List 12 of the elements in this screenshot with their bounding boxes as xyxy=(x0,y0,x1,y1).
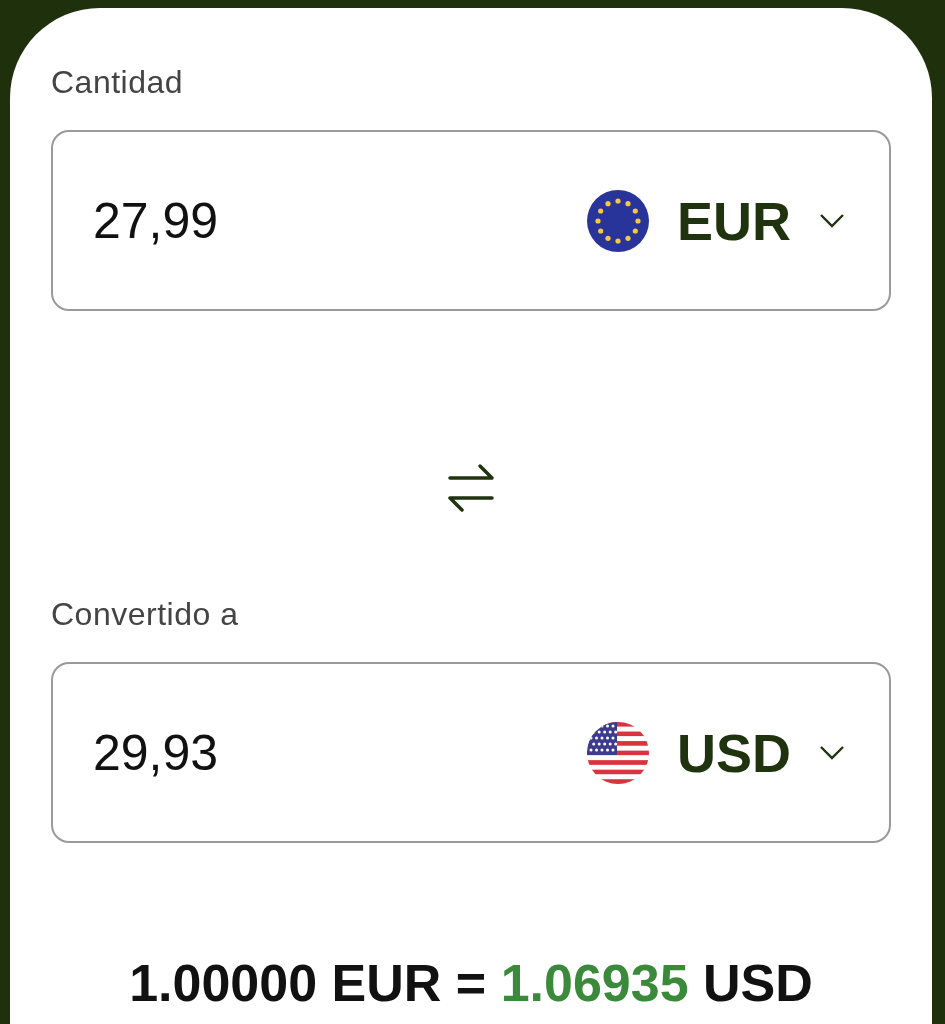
currency-selector[interactable]: EUR xyxy=(677,189,791,252)
currency-selector[interactable]: USD xyxy=(677,721,791,784)
field-label: Cantidad xyxy=(51,63,185,102)
amount-field[interactable]: 29,93 USD xyxy=(51,662,891,843)
exchange-rate-text: 1.00000 EUR = 1.06935 USD xyxy=(128,953,814,1013)
field-label: Convertido a xyxy=(51,595,240,634)
swap-icon[interactable] xyxy=(446,462,496,514)
chevron-down-icon[interactable] xyxy=(819,744,845,761)
flag-icon xyxy=(587,721,649,784)
flag-icon xyxy=(587,189,649,252)
amount-field[interactable]: 27,99 EUR xyxy=(51,130,891,311)
chevron-down-icon[interactable] xyxy=(819,212,845,229)
